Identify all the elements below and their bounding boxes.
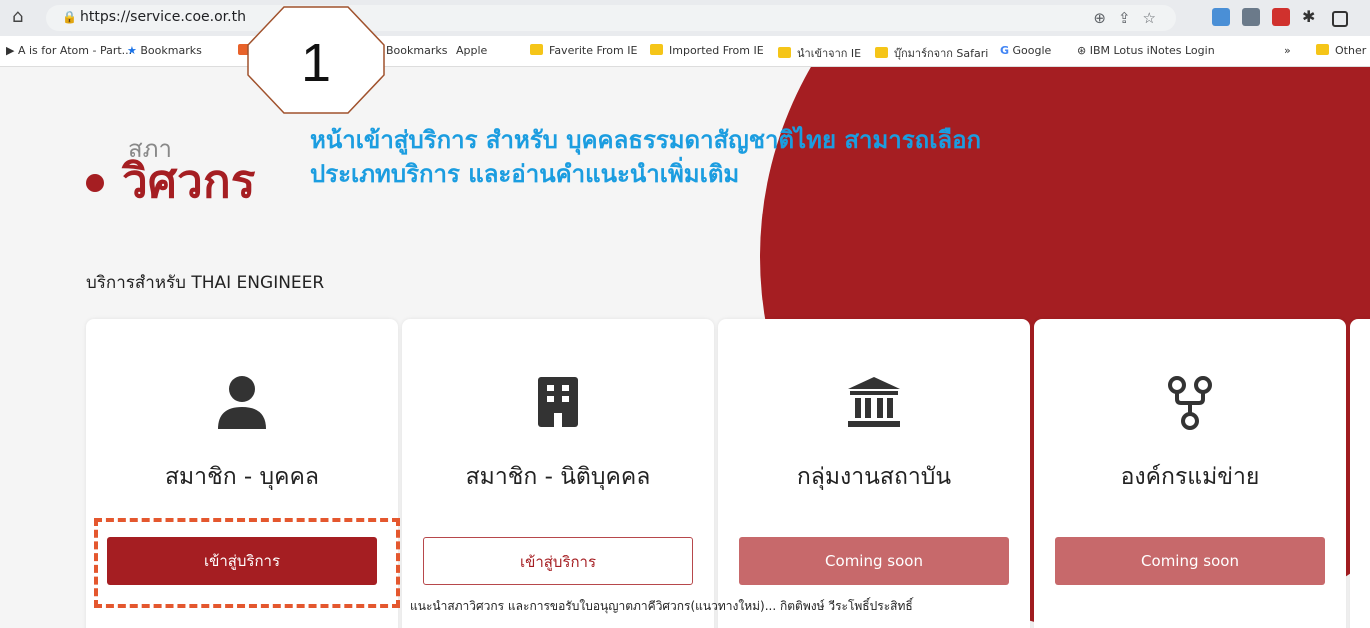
card-title: กลุ่มงานสถาบัน	[796, 464, 952, 490]
person-icon	[86, 375, 398, 435]
annotation-line-2: ประเภทบริการ และอ่านคำแนะนำเพิ่มเติม	[310, 160, 740, 188]
bookmark-folder[interactable]: บุ๊กมาร์กจาก Safari	[875, 44, 988, 62]
bookmark-item[interactable]: ★ Bookmarks	[127, 44, 202, 57]
bookmarks-bar: ▶ A is for Atom - Part... ★ Bookmarks Bo…	[0, 36, 1370, 67]
network-icon	[1034, 375, 1346, 435]
logo-dot	[86, 174, 104, 192]
home-icon[interactable]: ⌂	[12, 6, 23, 27]
card-title: สมาชิก - บุคคล	[164, 464, 320, 490]
omnibox-actions-icons[interactable]: ⊕⇪☆	[1093, 9, 1168, 27]
section-title: บริการสำหรับ THAI ENGINEER	[86, 273, 325, 293]
step-number-badge: 1	[247, 6, 385, 114]
card-partial	[1350, 319, 1370, 628]
enter-service-button[interactable]: เข้าสู่บริการ	[423, 537, 693, 585]
sidepanel-icon[interactable]	[1332, 11, 1348, 27]
bookmark-folder[interactable]: Imported From IE	[650, 44, 764, 57]
card-institution: กลุ่มงานสถาบัน Coming soon	[718, 319, 1030, 628]
bookmark-folder[interactable]: Faverite From IE	[530, 44, 637, 57]
annotation-line-1: หน้าเข้าสู่บริการ สำหรับ บุคคลธรรมดาสัญช…	[310, 126, 982, 154]
coming-soon-button[interactable]: Coming soon	[739, 537, 1009, 585]
caption-text: แนะนำสภาวิศวกร และการขอรับใบอนุญาตภาคีวิ…	[410, 599, 913, 613]
card-network-organization: องค์กรแม่ข่าย Coming soon	[1034, 319, 1346, 628]
browser-toolbar: ⌂ 🔒 https://service.coe.or.th ⊕⇪☆ ✱	[0, 0, 1370, 36]
bookmark-folder[interactable]: Other	[1316, 44, 1366, 57]
bookmark-folder[interactable]: นำเข้าจาก IE	[778, 44, 861, 62]
card-title: สมาชิก - นิติบุคคล	[465, 464, 651, 490]
extension-icon[interactable]	[1212, 8, 1230, 26]
institution-icon	[718, 375, 1030, 435]
coming-soon-button[interactable]: Coming soon	[1055, 537, 1325, 585]
card-member-juristic: สมาชิก - นิติบุคคล เข้าสู่บริการ	[402, 319, 714, 628]
card-title: องค์กรแม่ข่าย	[1120, 464, 1260, 490]
url-text[interactable]: https://service.coe.or.th	[80, 9, 246, 25]
lock-icon: 🔒	[62, 10, 77, 24]
highlight-box	[94, 518, 400, 608]
bookmark-item[interactable]: Apple	[456, 44, 487, 57]
bookmark-item[interactable]: ▶ A is for Atom - Part...	[6, 44, 132, 57]
step-number: 1	[301, 33, 331, 93]
puzzle-icon[interactable]: ✱	[1302, 8, 1320, 26]
address-bar[interactable]: 🔒 https://service.coe.or.th ⊕⇪☆	[46, 5, 1176, 31]
extension-icon[interactable]	[1242, 8, 1260, 26]
bookmark-item[interactable]: ⊛ IBM Lotus iNotes Login	[1077, 44, 1215, 57]
logo-big-text: วิศวกร	[122, 154, 256, 208]
annotation-text: หน้าเข้าสู่บริการ สำหรับ บุคคลธรรมดาสัญช…	[310, 123, 1170, 191]
pdf-extension-icon[interactable]	[1272, 8, 1290, 26]
bookmark-item[interactable]: G Google	[1000, 44, 1051, 57]
building-icon	[402, 375, 714, 435]
bookmark-item[interactable]: Bookmarks	[386, 44, 447, 57]
bookmarks-overflow[interactable]: »	[1284, 44, 1291, 57]
